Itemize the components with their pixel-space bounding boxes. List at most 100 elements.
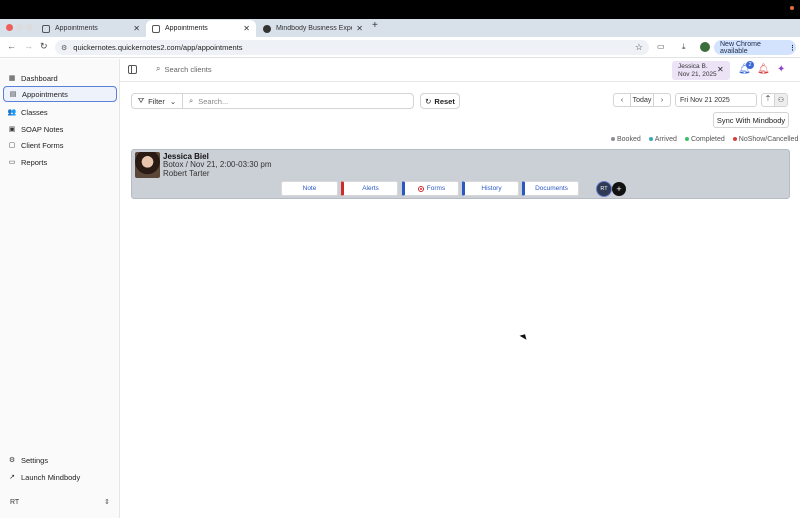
- add-assignee-button[interactable]: +: [612, 182, 626, 196]
- app-header: ⌕ Search clients Jessica B. Nov 21, 2025…: [120, 59, 800, 82]
- sidebar-item-reports[interactable]: ▭ Reports: [3, 154, 117, 170]
- mindbody-favicon-icon: [263, 24, 271, 33]
- reload-icon[interactable]: ↻: [40, 41, 48, 52]
- reset-label: Reset: [434, 96, 455, 106]
- bookmark-star-icon[interactable]: ☆: [635, 42, 643, 53]
- next-day-button[interactable]: ›: [653, 93, 671, 107]
- sidebar-item-classes[interactable]: 👥 Classes: [3, 104, 117, 120]
- sync-with-mindbody-button[interactable]: Sync With Mindbody: [713, 112, 789, 128]
- search-icon: ⌕: [156, 64, 161, 73]
- sync-label: Sync With Mindbody: [716, 115, 786, 125]
- app-sidebar: ▦ Dashboard ▤ Appointments 👥 Classes ▣ S…: [0, 59, 120, 518]
- forward-arrow-icon[interactable]: →: [24, 41, 33, 51]
- ai-sparkle-icon[interactable]: ✦: [777, 64, 785, 75]
- previous-day-button[interactable]: ‹: [613, 93, 631, 107]
- alerts-button[interactable]: Alerts: [341, 181, 398, 196]
- tab-close-icon[interactable]: ✕: [133, 24, 140, 33]
- sidebar-item-client-forms[interactable]: ▢ Client Forms: [3, 137, 117, 153]
- tab-title: Appointments: [165, 25, 208, 32]
- documents-button[interactable]: Documents: [522, 181, 579, 196]
- date-picker-input[interactable]: Fri Nov 21 2025: [675, 93, 757, 107]
- cast-icon[interactable]: ▭: [657, 42, 665, 51]
- window-zoom-button[interactable]: [26, 24, 33, 31]
- browser-tab-mindbody[interactable]: Mindbody Business Experien ✕: [257, 20, 369, 37]
- service-and-time: Botox / Nov 21, 2:00-03:30 pm: [163, 160, 272, 169]
- download-icon[interactable]: ⤓: [682, 42, 686, 52]
- new-chrome-label: New Chrome available: [720, 40, 761, 55]
- forms-label: Forms: [426, 185, 446, 192]
- launch-icon: ↗: [9, 474, 15, 481]
- sidebar-item-launch-mindbody[interactable]: ↗ Launch Mindbody: [3, 469, 117, 485]
- page-favicon-icon: [42, 24, 50, 33]
- sidebar-item-soap-notes[interactable]: ▣ SOAP Notes: [3, 121, 117, 137]
- forms-button[interactable]: Forms: [402, 181, 459, 196]
- browser-tabstrip: Appointments ✕ Appointments ✕ Mindbody B…: [0, 19, 800, 37]
- filter-label: Filter: [148, 96, 165, 106]
- users-icon: 👥: [7, 109, 17, 116]
- single-view-toggle[interactable]: ⍑: [761, 93, 775, 107]
- reset-button[interactable]: ↻ Reset: [420, 93, 460, 109]
- dashboard-icon: ▦: [8, 75, 16, 82]
- page-favicon-icon: [152, 24, 160, 33]
- close-chip-icon[interactable]: ✕: [717, 65, 724, 74]
- site-settings-icon[interactable]: ⚙: [61, 44, 67, 52]
- note-label: Note: [302, 185, 317, 192]
- legend-label: NoShow/Cancelled: [738, 136, 799, 143]
- recording-indicator-icon: [790, 6, 794, 10]
- assignee-initials: RT: [600, 186, 608, 192]
- back-arrow-icon[interactable]: ←: [7, 41, 16, 51]
- filter-dropdown[interactable]: ⛛ Filter ⌄: [131, 93, 183, 109]
- user-menu-initials[interactable]: RT: [10, 499, 19, 506]
- sidebar-toggle-icon[interactable]: [128, 65, 137, 74]
- appointment-card[interactable]: Jessica Biel Botox / Nov 21, 2:00-03:30 …: [131, 149, 790, 199]
- note-button[interactable]: Note: [281, 181, 338, 196]
- url-text: quickernotes.quickernotes2.com/app/appoi…: [73, 43, 243, 52]
- search-clients-input[interactable]: ⌕ Search clients: [156, 64, 212, 74]
- browser-tab-appointments-1[interactable]: Appointments ✕: [36, 20, 146, 37]
- mouse-cursor-icon: [519, 332, 529, 340]
- chevron-updown-icon[interactable]: ⇕: [104, 498, 110, 506]
- legend-dot: [611, 137, 615, 142]
- tab-close-icon[interactable]: ✕: [243, 24, 250, 33]
- sidebar-item-label: Settings: [21, 455, 49, 465]
- tab-close-icon[interactable]: ✕: [356, 24, 363, 33]
- sidebar-item-label: SOAP Notes: [21, 124, 64, 134]
- browser-tab-appointments-active[interactable]: Appointments ✕: [146, 20, 256, 37]
- browser-toolbar: ← → ↻ ⚙ quickernotes.quickernotes2.com/a…: [0, 37, 800, 58]
- multi-view-toggle[interactable]: ⚇: [774, 93, 788, 107]
- window-close-button[interactable]: [6, 24, 13, 31]
- legend-label: Arrived: [654, 136, 677, 143]
- legend-item-noshow: NoShow/Cancelled: [732, 136, 799, 143]
- new-chrome-available-button[interactable]: New Chrome available ⋮: [714, 40, 796, 55]
- notes-icon: ▣: [8, 126, 16, 133]
- status-legend: Booked Arrived Completed NoShow/Cancelle…: [611, 136, 798, 143]
- search-icon: ⌕: [189, 96, 194, 105]
- profile-avatar-icon[interactable]: [700, 42, 710, 52]
- reports-icon: ▭: [8, 159, 16, 166]
- forms-icon: ▢: [8, 142, 16, 149]
- window-minimize-button[interactable]: [16, 24, 23, 31]
- alerts-bell-icon[interactable]: 🔔︎: [757, 64, 770, 75]
- legend-dot: [684, 137, 689, 142]
- kebab-menu-icon: ⋮: [789, 44, 796, 52]
- appointments-search-input[interactable]: ⌕ Search...: [182, 93, 414, 109]
- refresh-icon: ↻: [425, 96, 432, 106]
- sidebar-item-label: Launch Mindbody: [21, 472, 81, 482]
- sidebar-item-appointments[interactable]: ▤ Appointments: [3, 86, 117, 102]
- filter-icon: ⛛: [137, 96, 145, 105]
- new-tab-button[interactable]: +: [372, 20, 378, 31]
- sidebar-item-label: Reports: [21, 157, 48, 167]
- calendar-icon: ▤: [9, 91, 17, 98]
- sidebar-item-dashboard[interactable]: ▦ Dashboard: [3, 70, 117, 86]
- tab-title: Mindbody Business Experien: [276, 25, 352, 32]
- legend-item-arrived: Arrived: [648, 136, 677, 143]
- assignee-avatar[interactable]: RT: [597, 182, 611, 196]
- sidebar-item-settings[interactable]: ⚙ Settings: [3, 452, 117, 468]
- address-bar[interactable]: ⚙ quickernotes.quickernotes2.com/app/app…: [55, 40, 649, 55]
- client-avatar: [135, 152, 160, 178]
- chevron-down-icon: ⌄: [169, 96, 177, 106]
- today-button[interactable]: Today: [630, 93, 654, 107]
- search-clients-placeholder: Search clients: [164, 64, 212, 74]
- history-button[interactable]: History: [462, 181, 519, 196]
- history-label: History: [481, 185, 502, 192]
